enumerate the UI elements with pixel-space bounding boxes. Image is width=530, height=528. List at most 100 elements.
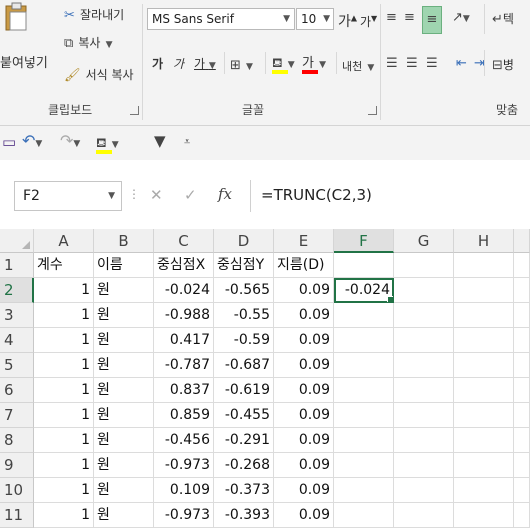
align-middle-icon[interactable]: ≡ bbox=[404, 10, 415, 26]
undo-icon[interactable]: ↶▼ bbox=[22, 133, 42, 152]
cell-E6[interactable]: 0.09 bbox=[274, 378, 334, 403]
align-center-icon[interactable]: ☰ bbox=[406, 56, 418, 72]
cell-B8[interactable]: 원 bbox=[94, 428, 154, 453]
insert-function-button[interactable]: fx bbox=[218, 185, 232, 203]
cell-D4[interactable]: -0.59 bbox=[214, 328, 274, 353]
row-header[interactable]: 4 bbox=[0, 328, 34, 353]
row-header[interactable]: 2 bbox=[0, 278, 34, 303]
cell-C9[interactable]: -0.973 bbox=[154, 453, 214, 478]
cell-B4[interactable]: 원 bbox=[94, 328, 154, 353]
qat-fill-color-button[interactable]: ⛾ ▼ bbox=[96, 132, 132, 154]
cell-H7[interactable] bbox=[454, 403, 514, 428]
cell-I9[interactable] bbox=[514, 453, 530, 478]
cell-C7[interactable]: 0.859 bbox=[154, 403, 214, 428]
cell-F1[interactable] bbox=[334, 253, 394, 278]
filter-icon[interactable]: ▼ bbox=[154, 133, 166, 149]
cell-E11[interactable]: 0.09 bbox=[274, 503, 334, 528]
fill-handle[interactable] bbox=[387, 296, 393, 302]
cell-H6[interactable] bbox=[454, 378, 514, 403]
row-header[interactable]: 9 bbox=[0, 453, 34, 478]
cell-B11[interactable]: 원 bbox=[94, 503, 154, 528]
align-top-icon[interactable]: ≡ bbox=[386, 10, 397, 26]
phonetic-button[interactable]: 내천 ▼ bbox=[342, 55, 374, 74]
cell-A3[interactable]: 1 bbox=[34, 303, 94, 328]
cell-F6[interactable] bbox=[334, 378, 394, 403]
cell-E4[interactable]: 0.09 bbox=[274, 328, 334, 353]
bold-button[interactable]: 가 bbox=[152, 55, 163, 72]
row-header[interactable]: 6 bbox=[0, 378, 34, 403]
column-header[interactable]: C bbox=[154, 229, 214, 253]
cell-A5[interactable]: 1 bbox=[34, 353, 94, 378]
column-header-selected[interactable]: F bbox=[334, 229, 394, 253]
cell-A7[interactable]: 1 bbox=[34, 403, 94, 428]
cell-I4[interactable] bbox=[514, 328, 530, 353]
cell-H8[interactable] bbox=[454, 428, 514, 453]
cut-button[interactable]: ✂ 잘라내기 bbox=[64, 4, 124, 23]
cell-E7[interactable]: 0.09 bbox=[274, 403, 334, 428]
cell-C3[interactable]: -0.988 bbox=[154, 303, 214, 328]
cell-G1[interactable] bbox=[394, 253, 454, 278]
cell-D11[interactable]: -0.393 bbox=[214, 503, 274, 528]
row-header[interactable]: 3 bbox=[0, 303, 34, 328]
borders-button[interactable]: ⊞ ▼ bbox=[230, 54, 253, 74]
cell-A9[interactable]: 1 bbox=[34, 453, 94, 478]
cell-B9[interactable]: 원 bbox=[94, 453, 154, 478]
cell-D2[interactable]: -0.565 bbox=[214, 278, 274, 303]
cell-B1[interactable]: 이름 bbox=[94, 253, 154, 278]
cell-E1[interactable]: 지름(D) bbox=[274, 253, 334, 278]
cell-F7[interactable] bbox=[334, 403, 394, 428]
cell-H3[interactable] bbox=[454, 303, 514, 328]
cell-B10[interactable]: 원 bbox=[94, 478, 154, 503]
row-header[interactable]: 8 bbox=[0, 428, 34, 453]
row-header[interactable]: 1 bbox=[0, 253, 34, 278]
cell-D8[interactable]: -0.291 bbox=[214, 428, 274, 453]
cell-A1[interactable]: 계수 bbox=[34, 253, 94, 278]
clipboard-dialog-launcher-icon[interactable] bbox=[130, 106, 139, 115]
customize-qat-icon[interactable]: ⩡ bbox=[184, 134, 190, 150]
enter-icon[interactable]: ✓ bbox=[184, 187, 197, 203]
select-all-corner[interactable] bbox=[0, 229, 34, 253]
cell-H2[interactable] bbox=[454, 278, 514, 303]
cell-E9[interactable]: 0.09 bbox=[274, 453, 334, 478]
cell-D10[interactable]: -0.373 bbox=[214, 478, 274, 503]
column-header[interactable]: E bbox=[274, 229, 334, 253]
cell-F8[interactable] bbox=[334, 428, 394, 453]
cell-B3[interactable]: 원 bbox=[94, 303, 154, 328]
cell-B2[interactable]: 원 bbox=[94, 278, 154, 303]
cell-F3[interactable] bbox=[334, 303, 394, 328]
cell-I6[interactable] bbox=[514, 378, 530, 403]
format-painter-button[interactable]: 🖌 서식 복사 bbox=[64, 64, 134, 83]
cell-H9[interactable] bbox=[454, 453, 514, 478]
cell-C4[interactable]: 0.417 bbox=[154, 328, 214, 353]
cell-D3[interactable]: -0.55 bbox=[214, 303, 274, 328]
decrease-indent-icon[interactable]: ⇤ bbox=[456, 56, 467, 72]
cell-D5[interactable]: -0.687 bbox=[214, 353, 274, 378]
cell-E3[interactable]: 0.09 bbox=[274, 303, 334, 328]
redo-icon[interactable]: ↷▼ bbox=[60, 133, 80, 152]
cell-C2[interactable]: -0.024 bbox=[154, 278, 214, 303]
cell-I7[interactable] bbox=[514, 403, 530, 428]
cell-B5[interactable]: 원 bbox=[94, 353, 154, 378]
paste-button[interactable]: 붙여넣기 bbox=[0, 0, 48, 90]
row-header[interactable]: 5 bbox=[0, 353, 34, 378]
cell-I3[interactable] bbox=[514, 303, 530, 328]
name-box[interactable]: F2 ▼ bbox=[14, 181, 122, 211]
copy-button[interactable]: ⧉ 복사 ▼ bbox=[64, 32, 113, 51]
cell-A2[interactable]: 1 bbox=[34, 278, 94, 303]
cell-H11[interactable] bbox=[454, 503, 514, 528]
cell-I1[interactable] bbox=[514, 253, 530, 278]
cell-G6[interactable] bbox=[394, 378, 454, 403]
cell-C8[interactable]: -0.456 bbox=[154, 428, 214, 453]
cell-D6[interactable]: -0.619 bbox=[214, 378, 274, 403]
font-dialog-launcher-icon[interactable] bbox=[368, 106, 377, 115]
cancel-icon[interactable]: ✕ bbox=[150, 187, 163, 203]
cell-A11[interactable]: 1 bbox=[34, 503, 94, 528]
cell-G10[interactable] bbox=[394, 478, 454, 503]
cell-E8[interactable]: 0.09 bbox=[274, 428, 334, 453]
cell-E10[interactable]: 0.09 bbox=[274, 478, 334, 503]
cell-G3[interactable] bbox=[394, 303, 454, 328]
row-header[interactable]: 10 bbox=[0, 478, 34, 503]
cell-H5[interactable] bbox=[454, 353, 514, 378]
cell-G9[interactable] bbox=[394, 453, 454, 478]
cell-D7[interactable]: -0.455 bbox=[214, 403, 274, 428]
